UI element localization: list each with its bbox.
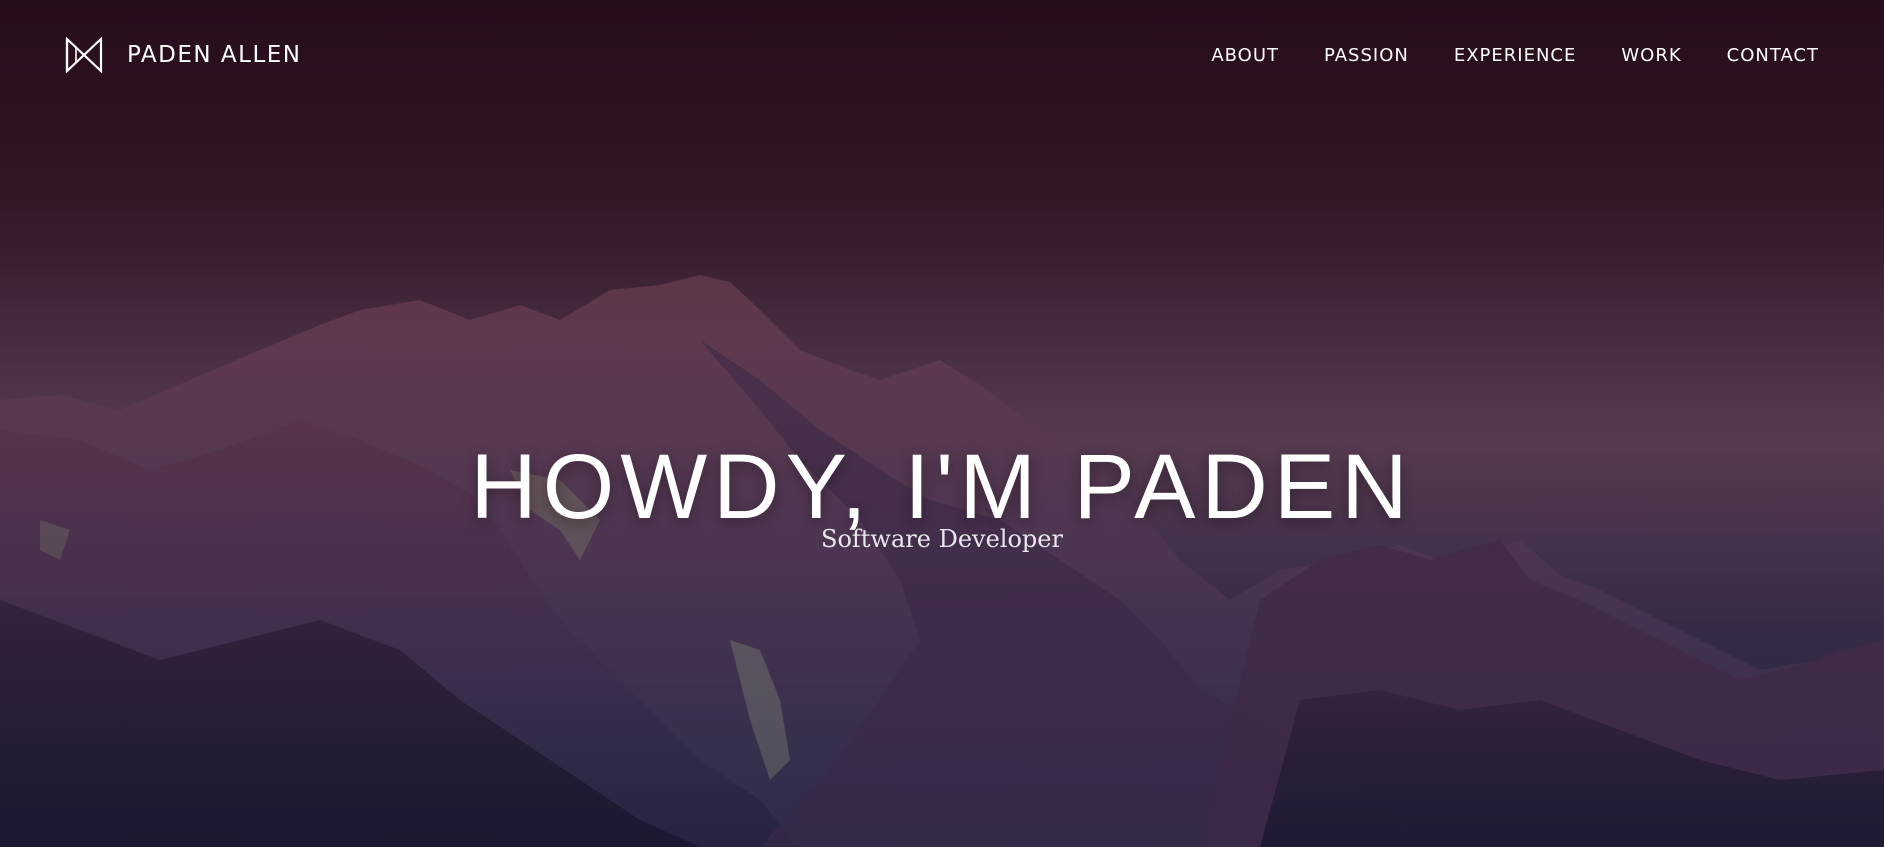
nav-item-experience[interactable]: EXPERIENCE <box>1454 44 1577 68</box>
brand-home-link[interactable]: PADEN ALLEN <box>65 37 302 73</box>
nav-item-work[interactable]: WORK <box>1621 44 1681 68</box>
brand-name: PADEN ALLEN <box>127 42 302 68</box>
nav-item-passion[interactable]: PASSION <box>1324 44 1409 68</box>
hero-section: PADEN ALLEN ABOUT PASSION EXPERIENCE WOR… <box>0 0 1884 847</box>
nav-item-contact[interactable]: CONTACT <box>1727 44 1819 68</box>
hero-overlay <box>0 0 1884 847</box>
main-nav: ABOUT PASSION EXPERIENCE WORK CONTACT <box>1211 44 1819 68</box>
top-navigation-bar: PADEN ALLEN ABOUT PASSION EXPERIENCE WOR… <box>0 0 1884 112</box>
nav-item-about[interactable]: ABOUT <box>1211 44 1279 68</box>
bowtie-hourglass-icon <box>65 37 103 73</box>
hero-subtitle: Software Developer <box>821 525 1063 553</box>
